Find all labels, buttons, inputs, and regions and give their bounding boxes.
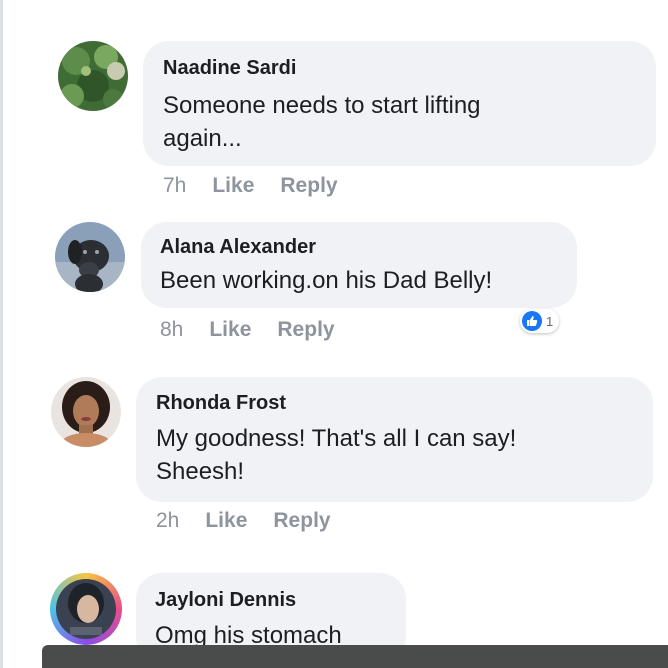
comment-text: Sheesh! [156,458,245,485]
reaction-count[interactable]: 1 [520,309,560,333]
avatar[interactable] [50,573,122,645]
bottom-bar [42,645,668,668]
comment-author[interactable]: Jayloni Dennis [155,587,387,613]
reply-button[interactable]: Reply [280,174,337,198]
comment-text: again... [163,125,242,152]
comment-actions: 2h Like Reply [156,509,331,533]
reply-button[interactable]: Reply [273,509,330,533]
comment-text: Someone needs to start lifting [163,92,481,119]
woman-photo-icon [56,579,116,639]
thumbs-up-icon [522,311,542,331]
dog-photo-icon [55,222,125,292]
comment-time[interactable]: 8h [160,318,183,342]
comment-author[interactable]: Naadine Sardi [163,55,636,81]
like-button[interactable]: Like [205,509,247,533]
avatar[interactable] [51,377,121,447]
comment-bubble: Rhonda Frost My goodness! That's all I c… [136,377,653,502]
reaction-count-value: 1 [546,313,554,329]
comment-time[interactable]: 2h [156,509,179,533]
like-button[interactable]: Like [209,318,251,342]
comment-text: My goodness! That's all I can say! [156,425,517,452]
like-button[interactable]: Like [212,174,254,198]
comment-author[interactable]: Rhonda Frost [156,390,633,416]
thread-line [0,0,3,668]
comment-time[interactable]: 7h [163,174,186,198]
comment-author[interactable]: Alana Alexander [160,234,558,260]
avatar[interactable] [55,222,125,292]
comment-bubble: Naadine Sardi Someone needs to start lif… [143,41,656,166]
nature-photo-icon [58,41,128,111]
woman-photo-icon [51,377,121,447]
comment-actions: 8h Like Reply [160,318,335,342]
comment-bubble: Alana Alexander Been working.on his Dad … [141,222,577,308]
comment-actions: 7h Like Reply [163,174,338,198]
reply-button[interactable]: Reply [277,318,334,342]
comment-text: Been working.on his Dad Belly! [160,267,493,294]
avatar[interactable] [58,41,128,111]
